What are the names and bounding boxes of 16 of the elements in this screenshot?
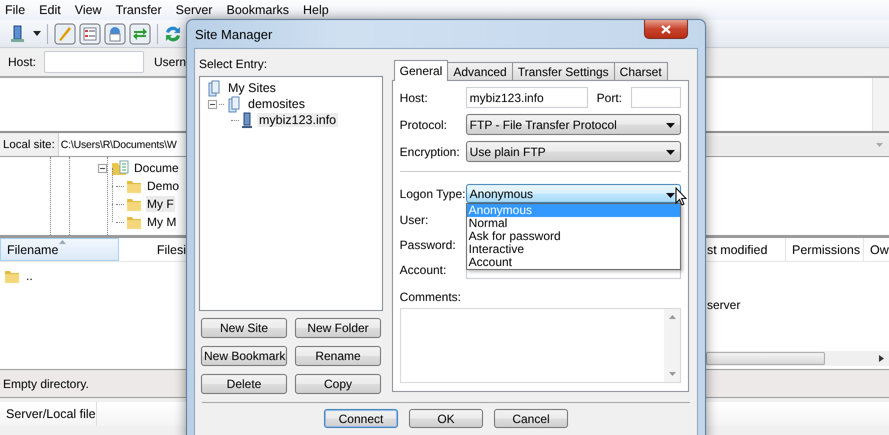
account-label: Account: (400, 262, 448, 276)
username-label: Usern (154, 55, 186, 69)
local-site-label: Local site: (2, 138, 56, 150)
list-message: server (707, 298, 740, 312)
logon-type-label: Logon Type: (400, 186, 466, 200)
port-label: Port: (596, 90, 622, 104)
user-label: User: (400, 212, 430, 226)
status-text: Empty directory. (3, 376, 89, 390)
select-entry-label: Select Entry: (199, 57, 268, 71)
password-label: Password: (400, 238, 457, 252)
comments-label: Comments: (400, 290, 462, 304)
window-title: Site Manager (194, 26, 272, 42)
encryption-label: Encryption: (400, 144, 461, 158)
host-label: Host: (8, 55, 36, 69)
host-label: Host: (400, 90, 429, 104)
protocol-label: Protocol: (400, 118, 448, 132)
